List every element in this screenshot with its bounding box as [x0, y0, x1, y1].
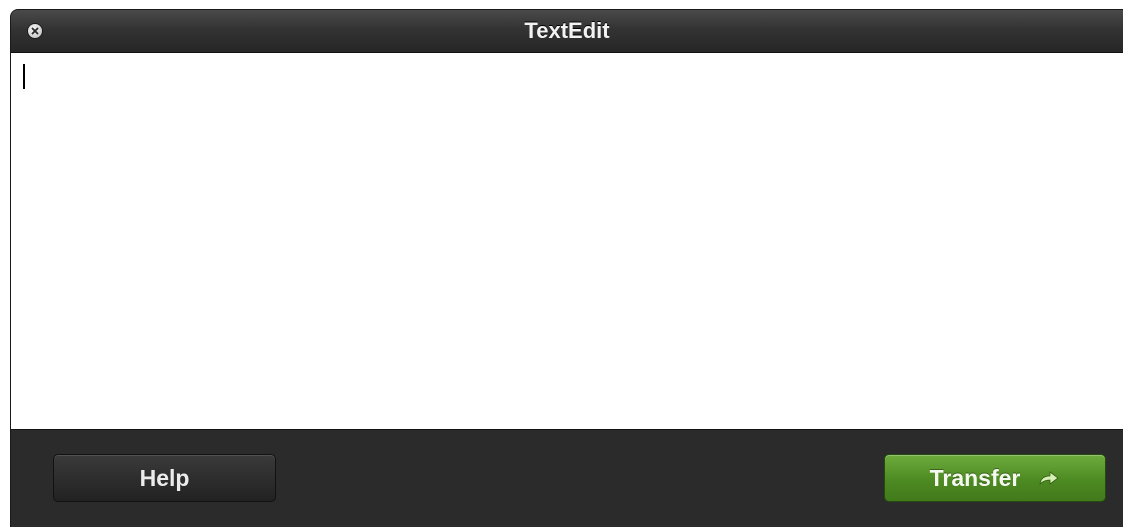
title-bar[interactable]: TextEdit	[11, 10, 1123, 53]
transfer-button[interactable]: Transfer	[884, 454, 1106, 502]
app-window: TextEdit Help Transfer	[11, 10, 1123, 527]
arrow-right-icon	[1038, 469, 1060, 487]
help-button-label: Help	[139, 464, 190, 491]
footer-bar: Help Transfer	[11, 430, 1123, 527]
text-editor-area[interactable]	[11, 53, 1123, 430]
close-icon	[31, 27, 39, 35]
text-caret	[23, 64, 25, 89]
help-button[interactable]: Help	[53, 454, 276, 502]
close-button[interactable]	[28, 24, 42, 38]
transfer-button-label: Transfer	[929, 464, 1021, 491]
window-title: TextEdit	[524, 18, 610, 43]
